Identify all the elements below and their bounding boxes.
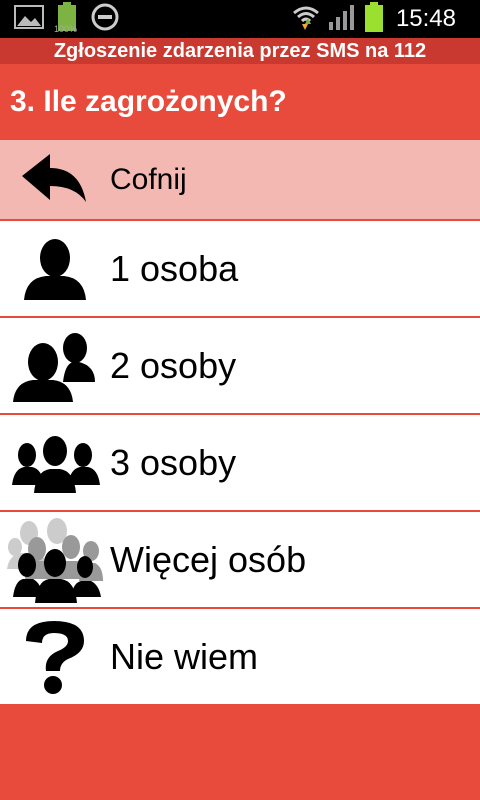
- option-one-person[interactable]: 1 osoba: [0, 221, 480, 318]
- footer-panel: [0, 710, 480, 800]
- option-two-persons[interactable]: 2 osoby: [0, 318, 480, 415]
- wifi-icon: [292, 4, 320, 35]
- question-title: 3. Ile zagrożonych?: [0, 64, 480, 140]
- option-label: 3 osoby: [110, 441, 237, 483]
- option-label: Więcej osób: [110, 538, 307, 580]
- two-persons-icon: [0, 317, 110, 414]
- do-not-disturb-icon: [90, 2, 120, 37]
- signal-strength-icon: [328, 4, 356, 35]
- question-mark-icon: [0, 608, 110, 705]
- gallery-icon: [14, 4, 44, 34]
- option-more-persons[interactable]: Więcej osób: [0, 512, 480, 609]
- options-list: Cofnij 1 osoba 2 osoby 3 osoby Więcej os…: [0, 140, 480, 706]
- status-bar: 100% 15:48: [0, 0, 480, 38]
- option-three-persons[interactable]: 3 osoby: [0, 415, 480, 512]
- option-label: 2 osoby: [110, 344, 237, 386]
- back-button[interactable]: Cofnij: [0, 140, 480, 221]
- battery-percent-label: 100%: [54, 24, 78, 34]
- option-label: 1 osoba: [110, 247, 239, 289]
- battery-icon: [364, 1, 384, 37]
- clock: 15:48: [395, 5, 456, 32]
- option-label: Cofnij: [110, 162, 187, 196]
- three-persons-icon: [0, 414, 110, 511]
- app-title: Zgłoszenie zdarzenia przez SMS na 112: [0, 38, 480, 64]
- option-label: Nie wiem: [110, 635, 259, 677]
- option-unknown[interactable]: Nie wiem: [0, 609, 480, 706]
- person-icon: [0, 220, 110, 317]
- back-arrow-icon: [0, 139, 110, 220]
- crowd-icon: [0, 511, 110, 608]
